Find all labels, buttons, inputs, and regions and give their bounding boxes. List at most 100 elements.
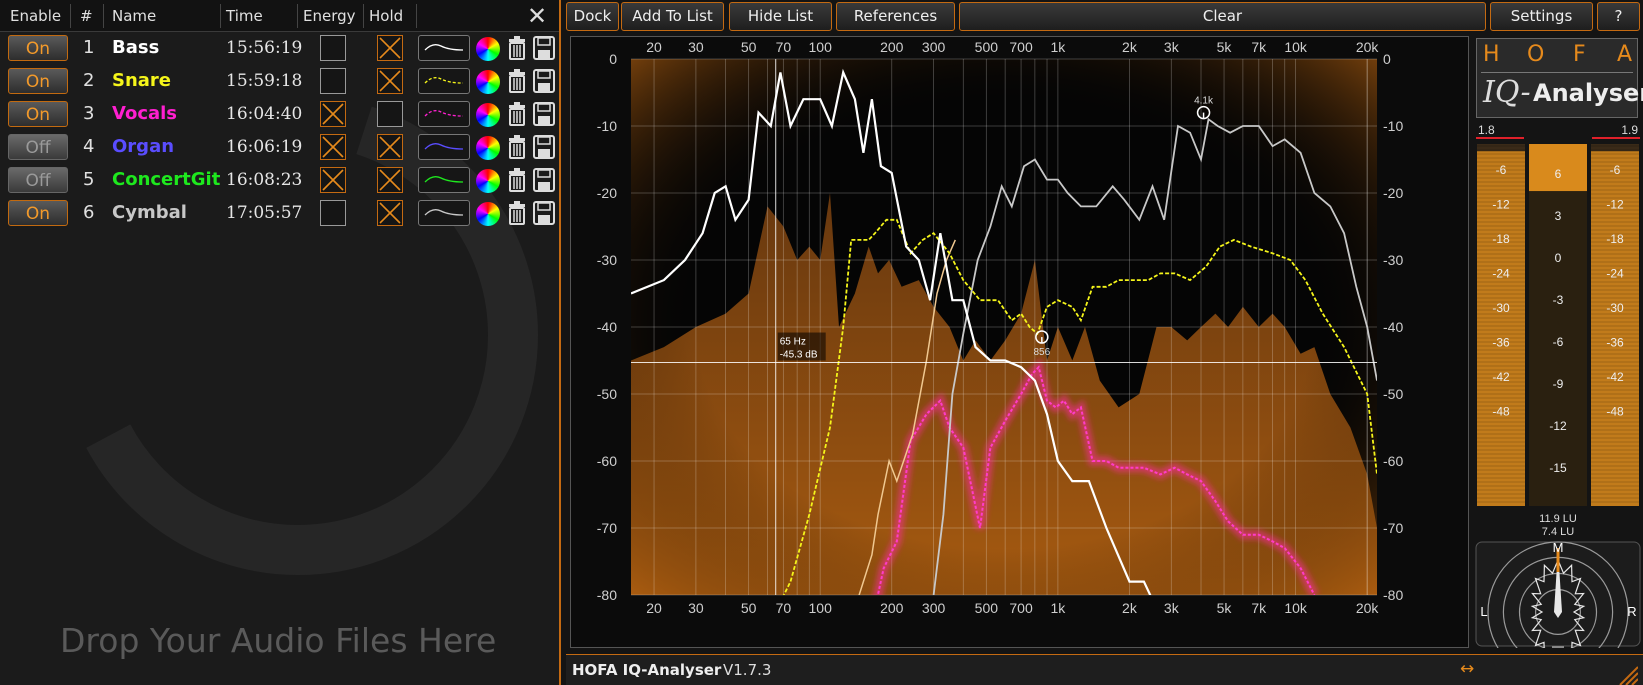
hold-checkbox[interactable] — [377, 68, 403, 94]
resize-grip-icon[interactable] — [1616, 663, 1638, 685]
track-row: On 6 Cymbal 17:05:57 — [0, 197, 559, 230]
hold-checkbox[interactable] — [377, 200, 403, 226]
save-icon[interactable] — [533, 102, 555, 130]
hold-checkbox[interactable] — [377, 35, 403, 61]
right-meter-tick: -6 — [1610, 163, 1621, 177]
right-peak-readout: 1.9 — [1621, 123, 1638, 137]
settings-button[interactable]: Settings — [1490, 2, 1593, 31]
logo-letter: O — [1527, 42, 1545, 67]
close-list-icon[interactable]: ✕ — [527, 2, 547, 30]
track-name[interactable]: ConcertGit — [112, 169, 220, 190]
hold-checkbox[interactable] — [377, 101, 403, 127]
track-name[interactable]: Vocals — [112, 103, 177, 124]
logo-divider — [1481, 72, 1633, 73]
left-meter-tick: -12 — [1492, 198, 1510, 212]
freq-tick-label-bottom: 5k — [1217, 600, 1233, 616]
save-icon[interactable] — [533, 201, 555, 229]
curve-style-button[interactable] — [418, 101, 470, 127]
db-tick-label-left: -30 — [597, 252, 617, 268]
freq-tick-label-bottom: 30 — [688, 600, 704, 616]
header-divider — [70, 4, 71, 28]
cursor-freq-readout: 65 Hz — [780, 337, 806, 348]
track-name[interactable]: Bass — [112, 37, 159, 58]
energy-checkbox[interactable] — [320, 134, 346, 160]
track-enable-toggle[interactable]: On — [8, 200, 68, 226]
energy-checkbox[interactable] — [320, 200, 346, 226]
trash-icon[interactable] — [507, 102, 527, 130]
spectrum-plot[interactable]: 20 20 30 30 50 50 70 70 100 100 200 200 300 300 500 500… — [571, 37, 1468, 647]
dock-button[interactable]: Dock — [566, 2, 619, 31]
trash-icon[interactable] — [507, 168, 527, 196]
header-divider — [103, 4, 104, 28]
add-to-list-button[interactable]: Add To List — [621, 2, 724, 31]
freq-tick-label-top: 5k — [1217, 39, 1233, 55]
save-icon[interactable] — [533, 36, 555, 64]
resize-arrows-icon[interactable]: ↔ — [1460, 659, 1474, 679]
header-divider — [220, 4, 221, 28]
curve-style-button[interactable] — [418, 134, 470, 160]
left-meter-tick: -42 — [1492, 370, 1510, 384]
color-picker-icon[interactable] — [476, 202, 500, 226]
save-icon[interactable] — [533, 69, 555, 97]
loudness-meter-tick: 3 — [1555, 209, 1562, 223]
db-tick-label-left: -50 — [597, 386, 617, 402]
energy-checkbox[interactable] — [320, 68, 346, 94]
loudness-meter-tick: -3 — [1553, 293, 1564, 307]
track-time: 15:59:18 — [226, 71, 303, 91]
save-icon[interactable] — [533, 135, 555, 163]
color-picker-icon[interactable] — [476, 169, 500, 193]
status-version: V1.7.3 — [723, 661, 772, 679]
level-meters: 1.8 1.9-6 -6-12 -12-18 -18-24 -24-30 -30-36 -36… — [1475, 123, 1641, 648]
track-enable-toggle[interactable]: On — [8, 68, 68, 94]
spectrum-analyzer[interactable]: 20 20 30 30 50 50 70 70 100 100 200 200 300 300 500 500… — [570, 36, 1469, 648]
references-button[interactable]: References — [836, 2, 955, 31]
hold-checkbox[interactable] — [377, 134, 403, 160]
clear-button[interactable]: Clear — [959, 2, 1486, 31]
curve-style-button[interactable] — [418, 167, 470, 193]
db-tick-label-right: -60 — [1383, 453, 1403, 469]
curve-style-button[interactable] — [418, 200, 470, 226]
energy-checkbox[interactable] — [320, 101, 346, 127]
curve-style-button[interactable] — [418, 68, 470, 94]
curve-style-button[interactable] — [418, 35, 470, 61]
header-hold: Hold — [369, 7, 404, 25]
color-picker-icon[interactable] — [476, 103, 500, 127]
loudness-meter-tick: -6 — [1553, 335, 1564, 349]
left-meter-tick: -36 — [1492, 336, 1510, 350]
gonio-label-right: R — [1627, 604, 1636, 619]
trash-icon[interactable] — [507, 69, 527, 97]
track-name[interactable]: Snare — [112, 70, 171, 91]
freq-tick-label-top: 10k — [1284, 39, 1308, 55]
track-name[interactable]: Cymbal — [112, 202, 187, 223]
track-name[interactable]: Organ — [112, 136, 174, 157]
freq-tick-label-top: 100 — [809, 39, 833, 55]
left-meter-tick: -24 — [1492, 267, 1510, 281]
save-icon[interactable] — [533, 168, 555, 196]
track-enable-toggle[interactable]: Off — [8, 167, 68, 193]
freq-tick-label-bottom: 700 — [1009, 600, 1033, 616]
left-meter-tick: -30 — [1492, 301, 1510, 315]
header-time: Time — [226, 7, 263, 25]
meter-panel: H O F A IQ- Analyser 1.8 1.9 -6 -6 -12 -12 -18… — [1474, 36, 1643, 648]
loudness-meter-bg — [1529, 144, 1587, 506]
db-tick-label-right: -10 — [1383, 118, 1403, 134]
energy-checkbox[interactable] — [320, 35, 346, 61]
freq-tick-label-bottom: 200 — [880, 600, 904, 616]
color-picker-icon[interactable] — [476, 37, 500, 61]
energy-checkbox[interactable] — [320, 167, 346, 193]
track-enable-toggle[interactable]: On — [8, 35, 68, 61]
track-enable-toggle[interactable]: Off — [8, 134, 68, 160]
freq-tick-label-top: 50 — [741, 39, 757, 55]
help-button[interactable]: ? — [1597, 2, 1640, 31]
color-picker-icon[interactable] — [476, 136, 500, 160]
trash-icon[interactable] — [507, 36, 527, 64]
db-tick-label-right: -40 — [1383, 319, 1403, 335]
trash-icon[interactable] — [507, 135, 527, 163]
track-enable-toggle[interactable]: On — [8, 101, 68, 127]
freq-tick-label-top: 2k — [1122, 39, 1138, 55]
trash-icon[interactable] — [507, 201, 527, 229]
hide-list-button[interactable]: Hide List — [729, 2, 832, 31]
color-picker-icon[interactable] — [476, 70, 500, 94]
header-divider — [297, 4, 298, 28]
hold-checkbox[interactable] — [377, 167, 403, 193]
